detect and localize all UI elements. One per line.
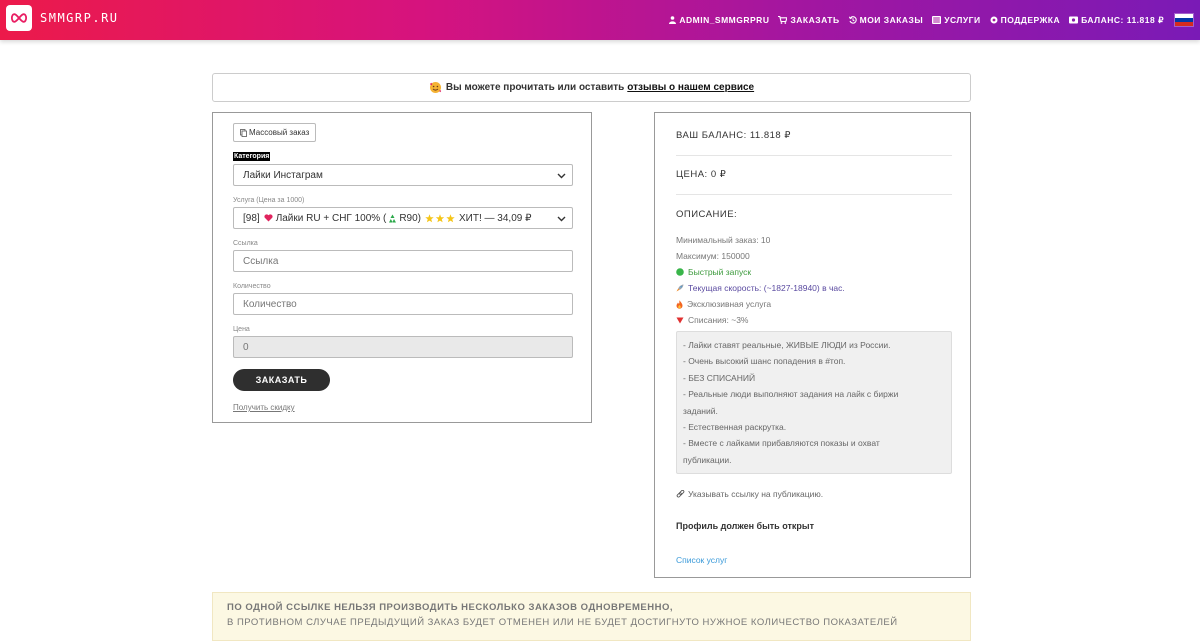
price-heading: ЦЕНА: 0 ₽ bbox=[676, 169, 727, 180]
price-field: 0 bbox=[233, 336, 573, 358]
category-select[interactable]: Лайки Инстаграм bbox=[233, 164, 573, 186]
chevron-down-icon bbox=[557, 171, 566, 183]
order-form-panel: Массовый заказ Категория Лайки Инстаграм… bbox=[212, 112, 592, 423]
exclusive-line: Эксклюзивная услуга bbox=[676, 299, 771, 309]
speed-text: Текущая скорость: (~1827-18940) в час. bbox=[688, 283, 845, 293]
submit-order-button[interactable]: ЗАКАЗАТЬ bbox=[233, 369, 330, 391]
brand[interactable]: SMMGRP.RU bbox=[6, 5, 119, 31]
mass-order-label: Массовый заказ bbox=[249, 128, 310, 137]
infinity-icon bbox=[6, 5, 32, 31]
nav-item-order[interactable]: ЗАКАЗАТЬ bbox=[778, 15, 839, 25]
service-select[interactable]: [98] Лайки RU + СНГ 100% ( R90) ХИТ! — 3… bbox=[233, 207, 573, 229]
link-icon bbox=[676, 489, 685, 499]
speed-line: Текущая скорость: (~1827-18940) в час. bbox=[676, 283, 845, 293]
drop-line: Списания: ~3% bbox=[676, 315, 748, 325]
service-id: [98] bbox=[243, 212, 260, 224]
description-line: - Естественная раскрутка. bbox=[683, 422, 787, 433]
category-label: Категория bbox=[233, 152, 271, 161]
lifebuoy-icon bbox=[990, 16, 998, 24]
nav-item-label: УСЛУГИ bbox=[944, 15, 981, 25]
user-icon bbox=[669, 16, 677, 24]
balance-heading: ВАШ БАЛАНС: 11.818 ₽ bbox=[676, 130, 791, 141]
wallet-icon bbox=[1069, 16, 1079, 24]
smiling-face-with-hearts-icon bbox=[429, 81, 442, 94]
warning-alert: ПО ОДНОЙ ССЫЛКЕ НЕЛЬЗЯ ПРОИЗВОДИТЬ НЕСКО… bbox=[212, 592, 971, 641]
quantity-placeholder: Количество bbox=[243, 298, 297, 310]
service-price: ХИТ! — 34,09 ₽ bbox=[459, 212, 532, 224]
red-triangle-down-icon bbox=[676, 317, 684, 324]
mass-order-button[interactable]: Массовый заказ bbox=[233, 123, 317, 142]
reviews-banner: Вы можете прочитать или оставить отзывы … bbox=[212, 73, 971, 102]
price-value: 0 bbox=[243, 341, 249, 353]
service-label: Услуга (Цена за 1000) bbox=[233, 197, 305, 204]
reviews-text: Вы можете прочитать или оставить bbox=[445, 82, 625, 93]
nav-item-label: БАЛАНС: 11.818 ₽ bbox=[1081, 14, 1164, 25]
green-circle-icon bbox=[676, 268, 684, 276]
warning-line-2: В ПРОТИВНОМ СЛУЧАЕ ПРЕДЫДУЩИЙ ЗАКАЗ БУДЕ… bbox=[227, 617, 898, 628]
description-heading: ОПИСАНИЕ: bbox=[676, 209, 738, 220]
star-icon bbox=[425, 213, 455, 223]
description-line: - Очень высокий шанс попадения в #топ. bbox=[683, 356, 846, 367]
description-line: - БЕЗ СПИСАНИЙ bbox=[683, 372, 756, 383]
max-order: Максимум: 150000 bbox=[676, 251, 750, 261]
warning-line-1: ПО ОДНОЙ ССЫЛКЕ НЕЛЬЗЯ ПРОИЗВОДИТЬ НЕСКО… bbox=[227, 602, 673, 613]
link-note-text: Указывать ссылку на публикацию. bbox=[688, 489, 824, 499]
brand-name: SMMGRP.RU bbox=[40, 11, 119, 25]
chevron-down-icon bbox=[557, 214, 566, 226]
service-refill: R90) bbox=[399, 212, 421, 224]
min-order: Минимальный заказ: 10 bbox=[676, 235, 771, 245]
profile-note: Профиль должен быть открыт bbox=[676, 521, 814, 531]
rocket-icon bbox=[676, 284, 684, 292]
nav-item-label: ПОДДЕРЖКА bbox=[1000, 15, 1061, 25]
services-list-link[interactable]: Список услуг bbox=[676, 555, 727, 565]
description-line: заданий. bbox=[683, 405, 718, 416]
fire-icon bbox=[676, 299, 683, 309]
heart-icon bbox=[264, 214, 273, 222]
link-label: Ссылка bbox=[233, 240, 258, 247]
nav-item-balance[interactable]: БАЛАНС: 11.818 ₽ bbox=[1069, 15, 1164, 26]
get-discount-link[interactable]: Получить скидку bbox=[233, 403, 295, 412]
divider bbox=[676, 194, 952, 195]
description-line: - Реальные люди выполняют задания на лай… bbox=[683, 389, 899, 400]
cart-icon bbox=[778, 16, 788, 24]
nav-item-my-orders[interactable]: МОИ ЗАКАЗЫ bbox=[848, 15, 924, 25]
exclusive-text: Эксклюзивная услуга bbox=[687, 299, 772, 309]
link-placeholder: Ссылка bbox=[243, 255, 279, 267]
reviews-link[interactable]: отзывы о нашем сервисе bbox=[627, 82, 754, 93]
description-line: - Вместе с лайками прибавляются показы и… bbox=[683, 438, 880, 449]
nav-menu: ADMIN_SMMGRPRU ЗАКАЗАТЬ МОИ ЗАКАЗЫ УСЛУГ… bbox=[660, 0, 1194, 40]
recycle-icon bbox=[388, 214, 397, 223]
service-info-panel: ВАШ БАЛАНС: 11.818 ₽ ЦЕНА: 0 ₽ ОПИСАНИЕ:… bbox=[654, 112, 971, 578]
link-input[interactable]: Ссылка bbox=[233, 250, 573, 272]
quantity-input[interactable]: Количество bbox=[233, 293, 573, 315]
nav-item-label: ADMIN_SMMGRPRU bbox=[679, 15, 770, 25]
top-navbar: SMMGRP.RU ADMIN_SMMGRPRU ЗАКАЗАТЬ МОИ ЗА… bbox=[0, 0, 1200, 40]
category-value: Лайки Инстаграм bbox=[243, 169, 323, 181]
description-line: публикации. bbox=[683, 454, 732, 465]
description-box: - Лайки ставят реальные, ЖИВЫЕ ЛЮДИ из Р… bbox=[676, 331, 952, 474]
nav-item-label: МОИ ЗАКАЗЫ bbox=[859, 15, 924, 25]
nav-item-label: ЗАКАЗАТЬ bbox=[790, 15, 840, 25]
price-label: Цена bbox=[233, 326, 250, 333]
nav-item-account[interactable]: ADMIN_SMMGRPRU bbox=[669, 15, 769, 25]
drop-text: Списания: ~3% bbox=[688, 315, 749, 325]
service-name: Лайки RU + СНГ 100% ( bbox=[275, 212, 387, 224]
nav-item-services[interactable]: УСЛУГИ bbox=[932, 15, 980, 25]
link-note: Указывать ссылку на публикацию. bbox=[676, 489, 823, 499]
quantity-label: Количество bbox=[233, 283, 271, 290]
russian-flag-icon[interactable] bbox=[1174, 13, 1194, 27]
divider bbox=[676, 155, 952, 156]
fast-start-text: Быстрый запуск bbox=[688, 267, 752, 277]
list-icon bbox=[932, 16, 942, 24]
description-line: - Лайки ставят реальные, ЖИВЫЕ ЛЮДИ из Р… bbox=[683, 340, 891, 350]
history-icon bbox=[848, 16, 857, 24]
fast-start-line: Быстрый запуск bbox=[676, 267, 751, 277]
nav-item-support[interactable]: ПОДДЕРЖКА bbox=[990, 15, 1060, 25]
copy-icon bbox=[240, 128, 247, 137]
